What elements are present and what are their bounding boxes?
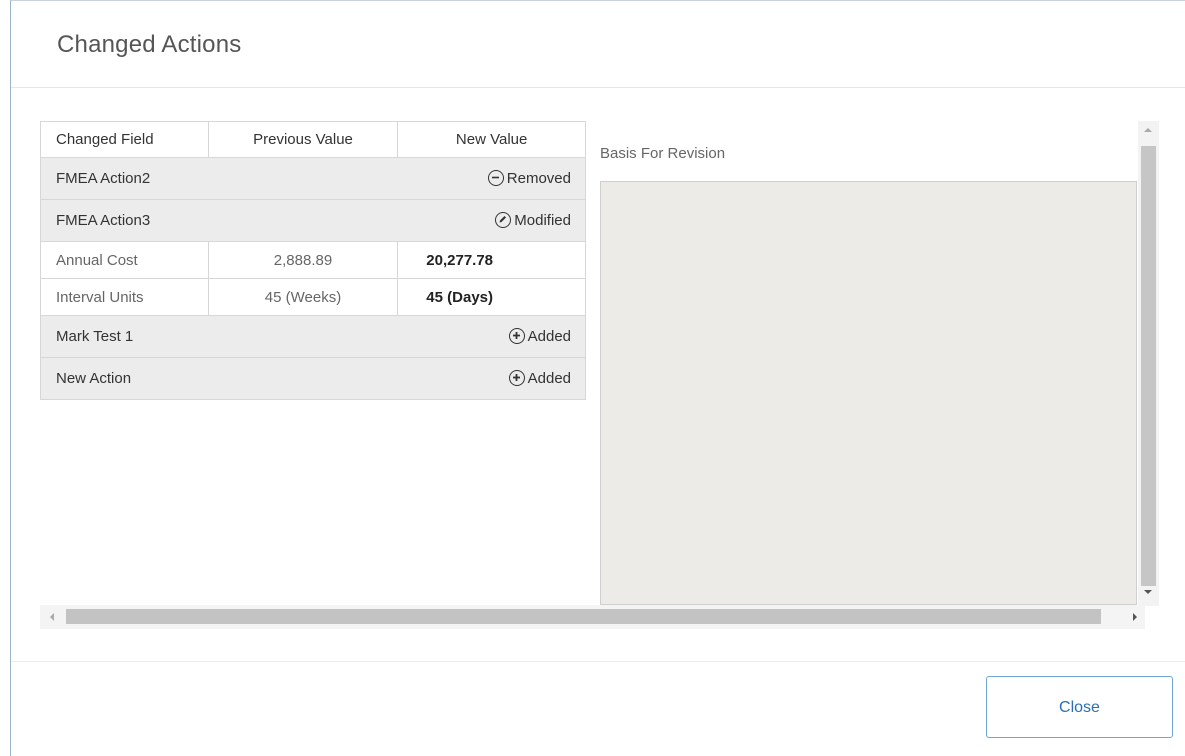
changes-table: Changed Field Previous Value New Value F… bbox=[39, 121, 586, 400]
column-header-previous-value: Previous Value bbox=[207, 121, 399, 158]
status-cell: Removed bbox=[397, 157, 586, 200]
status-label: Added bbox=[527, 328, 571, 345]
status-label: Removed bbox=[506, 170, 571, 187]
plus-circle-icon bbox=[508, 370, 525, 386]
scroll-up-icon[interactable] bbox=[1144, 128, 1152, 132]
footer-divider bbox=[11, 661, 1185, 662]
close-button[interactable]: Close bbox=[986, 676, 1173, 738]
column-header-new-value: New Value bbox=[397, 121, 586, 158]
plus-circle-icon bbox=[508, 328, 525, 344]
table-header-row: Changed Field Previous Value New Value bbox=[40, 121, 586, 158]
new-value-cell: 20,277.78 bbox=[397, 241, 586, 279]
status-cell: Modified bbox=[397, 199, 586, 242]
new-value-cell: 45 (Days) bbox=[397, 278, 586, 316]
horizontal-scrollbar[interactable] bbox=[40, 605, 1145, 629]
table-row-detail: Annual Cost 2,888.89 20,277.78 bbox=[40, 241, 586, 279]
table-row-group[interactable]: New Action Added bbox=[39, 357, 586, 400]
table-row-group[interactable]: FMEA Action3 Modified bbox=[39, 199, 586, 242]
pencil-circle-icon bbox=[495, 212, 512, 228]
basis-for-revision-label: Basis For Revision bbox=[600, 145, 726, 162]
table-row-group[interactable]: Mark Test 1 Added bbox=[39, 315, 586, 358]
column-header-changed-field: Changed Field bbox=[40, 121, 209, 158]
action-name: FMEA Action2 bbox=[39, 157, 398, 200]
status-label: Added bbox=[527, 370, 571, 387]
scroll-right-icon[interactable] bbox=[1133, 613, 1137, 621]
changed-actions-dialog: Changed Actions Changed Field Previous V… bbox=[10, 0, 1185, 756]
horizontal-scroll-thumb[interactable] bbox=[66, 609, 1101, 624]
action-name: Mark Test 1 bbox=[39, 315, 398, 358]
action-name: New Action bbox=[39, 357, 398, 400]
action-name: FMEA Action3 bbox=[39, 199, 398, 242]
table-row-group[interactable]: FMEA Action2 Removed bbox=[39, 157, 586, 200]
changed-field-cell: Interval Units bbox=[40, 278, 209, 316]
minus-circle-icon bbox=[487, 170, 504, 186]
table-row-detail: Interval Units 45 (Weeks) 45 (Days) bbox=[40, 278, 586, 316]
vertical-scrollbar[interactable] bbox=[1138, 121, 1159, 606]
scroll-down-icon[interactable] bbox=[1144, 590, 1152, 594]
previous-value-cell: 2,888.89 bbox=[207, 241, 399, 279]
basis-for-revision-textarea[interactable] bbox=[600, 181, 1137, 605]
status-cell: Added bbox=[397, 357, 586, 400]
status-label: Modified bbox=[514, 212, 571, 229]
vertical-scroll-thumb[interactable] bbox=[1141, 146, 1156, 586]
status-cell: Added bbox=[397, 315, 586, 358]
title-divider bbox=[11, 87, 1185, 88]
scroll-left-icon[interactable] bbox=[50, 613, 54, 621]
changed-field-cell: Annual Cost bbox=[40, 241, 209, 279]
previous-value-cell: 45 (Weeks) bbox=[207, 278, 399, 316]
dialog-title: Changed Actions bbox=[57, 31, 242, 58]
